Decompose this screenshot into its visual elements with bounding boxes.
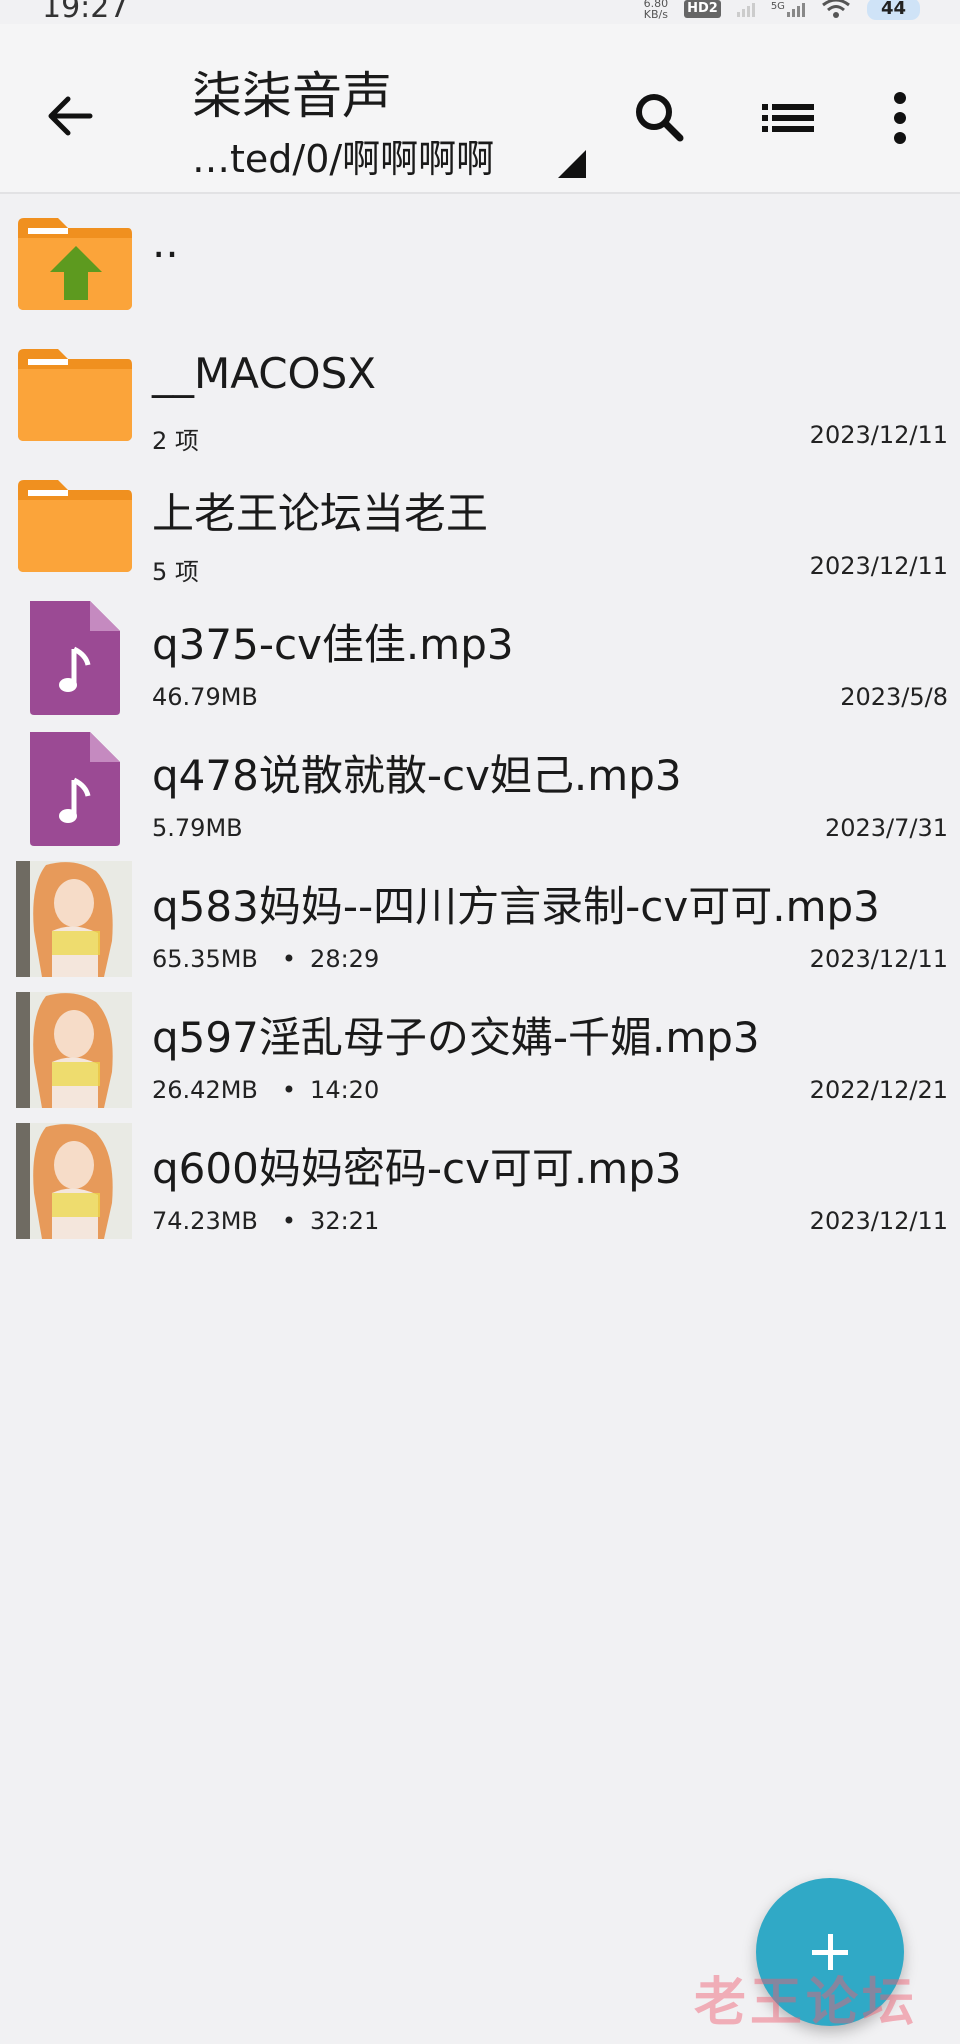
5g-label: 5G xyxy=(770,1,785,12)
watermark: 老王论坛 xyxy=(694,1973,919,2033)
hd-badge: HD2 xyxy=(684,0,721,18)
file-size: 5.79MB xyxy=(152,814,243,842)
file-meta: 65.35MB • 28:29 xyxy=(152,945,379,973)
album-art-thumbnail xyxy=(16,1123,132,1239)
duration: 14:20 xyxy=(310,1076,380,1104)
modified-date: 2022/12/21 xyxy=(809,1076,948,1104)
file-name: 上老王论坛当老王 xyxy=(152,489,489,538)
file-meta: 26.42MB • 14:20 xyxy=(152,1076,379,1104)
file-size: 65.35MB xyxy=(152,945,258,973)
file-name: q597淫乱母子の交媾-千媚.mp3 xyxy=(152,1013,760,1062)
audio-file-icon xyxy=(30,732,120,846)
separator-dot: • xyxy=(281,1076,297,1104)
file-name: .. xyxy=(152,218,179,267)
modified-date: 2023/12/11 xyxy=(809,945,948,973)
status-time: 19:27 xyxy=(42,0,129,25)
folder-icon xyxy=(18,349,132,441)
path-dropdown[interactable]: …ted/0/啊啊啊啊 xyxy=(192,128,494,183)
list-item[interactable]: q600妈妈密码-cv可可.mp3 74.23MB • 32:21 2023/12/… xyxy=(0,1113,960,1244)
app-title: 柒柒音声 xyxy=(192,67,392,125)
modified-date: 2023/5/8 xyxy=(840,683,948,711)
wifi-icon xyxy=(822,0,850,18)
folder-up-icon xyxy=(18,218,132,310)
back-arrow-icon[interactable] xyxy=(40,86,100,146)
album-art-thumbnail xyxy=(16,861,132,977)
app-bar: 柒柒音声 …ted/0/啊啊啊啊 xyxy=(0,24,960,194)
album-art-thumbnail xyxy=(16,992,132,1108)
signal-5g: 5G xyxy=(771,1,805,17)
separator-dot: • xyxy=(281,1207,297,1235)
file-list: .. __MACOSX 2 项 2023/12/11 上老王论坛当老王 5 项 … xyxy=(0,196,960,1244)
modified-date: 2023/12/11 xyxy=(809,421,948,449)
list-item[interactable]: q478说散就散-cv妲己.mp3 5.79MB 2023/7/31 xyxy=(0,720,960,851)
file-name: q375-cv佳佳.mp3 xyxy=(152,620,514,669)
list-item[interactable]: __MACOSX 2 项 2023/12/11 xyxy=(0,327,960,458)
file-size: 26.42MB xyxy=(152,1076,258,1104)
search-icon[interactable] xyxy=(628,86,692,150)
list-item[interactable]: 上老王论坛当老王 5 项 2023/12/11 xyxy=(0,458,960,589)
item-count: 5 项 xyxy=(152,558,199,586)
file-name: q600妈妈密码-cv可可.mp3 xyxy=(152,1144,682,1193)
dropdown-triangle-icon[interactable] xyxy=(558,150,586,178)
file-size: 74.23MB xyxy=(152,1207,258,1235)
audio-file-icon xyxy=(30,601,120,715)
status-indicators: 6.80 KB/s HD2 5G 44 xyxy=(644,0,920,22)
list-item[interactable]: q583妈妈--四川方言录制-cv可可.mp3 65.35MB • 28:29 20… xyxy=(0,851,960,982)
duration: 28:29 xyxy=(310,945,380,973)
file-name: __MACOSX xyxy=(152,349,377,398)
battery-indicator: 44 xyxy=(866,0,920,20)
item-count: 2 项 xyxy=(152,427,199,455)
more-vert-icon[interactable] xyxy=(868,86,932,150)
signal-2-icon xyxy=(786,1,805,17)
signal-1-icon xyxy=(736,1,755,17)
folder-icon xyxy=(18,480,132,572)
modified-date: 2023/12/11 xyxy=(809,552,948,580)
modified-date: 2023/7/31 xyxy=(824,814,948,842)
duration: 32:21 xyxy=(310,1207,380,1235)
list-item[interactable]: q597淫乱母子の交媾-千媚.mp3 26.42MB • 14:20 2022/12… xyxy=(0,982,960,1113)
file-name: q583妈妈--四川方言录制-cv可可.mp3 xyxy=(152,882,880,931)
list-item[interactable]: q375-cv佳佳.mp3 46.79MB 2023/5/8 xyxy=(0,589,960,720)
net-speed: 6.80 KB/s xyxy=(644,0,669,20)
net-speed-unit: KB/s xyxy=(643,8,668,21)
list-view-icon[interactable] xyxy=(756,86,820,150)
status-bar: 19:27 6.80 KB/s HD2 5G 44 xyxy=(0,0,960,25)
file-meta: 74.23MB • 32:21 xyxy=(152,1207,379,1235)
list-item[interactable]: .. xyxy=(0,196,960,327)
separator-dot: • xyxy=(281,945,297,973)
file-name: q478说散就散-cv妲己.mp3 xyxy=(152,751,682,800)
modified-date: 2023/12/11 xyxy=(809,1207,948,1235)
file-size: 46.79MB xyxy=(152,683,258,711)
